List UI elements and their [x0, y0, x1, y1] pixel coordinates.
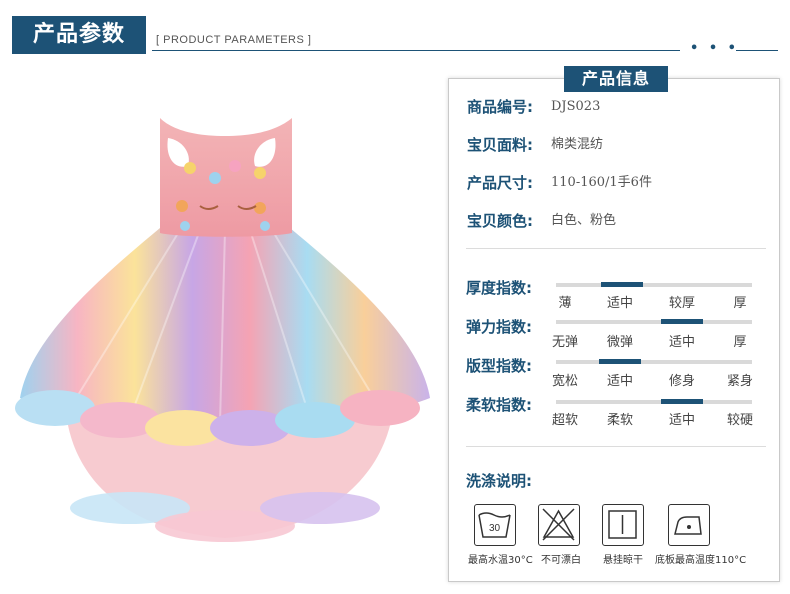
wash-caption: 悬挂晾干	[603, 555, 643, 566]
index-option: 微弹	[606, 335, 633, 350]
index-option: 修身	[668, 374, 695, 389]
header-dots: • • •	[690, 41, 739, 56]
index-option: 超软	[551, 413, 578, 428]
index-marker	[661, 399, 703, 404]
index-label-fit: 版型指数:	[466, 357, 532, 375]
index-track-thickness	[556, 282, 752, 287]
index-marker	[599, 359, 641, 364]
info-label: 宝贝面料:	[467, 136, 533, 154]
info-label: 商品编号:	[467, 98, 533, 116]
page-subtitle: [ PRODUCT PARAMETERS ]	[156, 34, 312, 46]
index-track-softness	[556, 399, 752, 404]
index-option: 适中	[606, 296, 633, 311]
index-option: 厚	[733, 335, 747, 350]
product-image	[15, 118, 430, 542]
wash-temp-text: 30	[489, 523, 501, 534]
index-option: 柔软	[606, 413, 633, 428]
wash-caption: 最高水温30°C	[468, 555, 533, 566]
header-divider	[152, 50, 680, 51]
info-label: 产品尺寸:	[467, 174, 533, 192]
index-option: 较硬	[726, 413, 753, 428]
wash-caption: 底板最高温度110°C	[655, 555, 747, 566]
index-track-fit	[556, 359, 752, 364]
section-divider	[466, 248, 766, 249]
wash-30-icon: 30	[474, 504, 516, 546]
index-marker	[601, 282, 643, 287]
index-option: 宽松	[551, 374, 578, 389]
info-value: 白色、粉色	[551, 213, 617, 228]
index-option: 适中	[668, 413, 695, 428]
bodice	[160, 118, 292, 237]
index-option: 薄	[558, 296, 572, 311]
panel-tab-title: 产品信息	[564, 66, 668, 92]
index-label-elasticity: 弹力指数:	[466, 318, 532, 336]
page-title: 产品参数	[32, 22, 125, 47]
index-option: 较厚	[668, 296, 695, 311]
index-option: 厚	[733, 296, 747, 311]
index-label-softness: 柔软指数:	[466, 396, 532, 414]
header-divider-right	[736, 50, 778, 51]
no-bleach-icon	[538, 504, 580, 546]
iron-icon	[668, 504, 710, 546]
wash-30-glyph: 30	[478, 512, 511, 538]
index-track-elasticity	[556, 319, 752, 324]
index-label-thickness: 厚度指数:	[466, 279, 532, 297]
index-option: 紧身	[726, 374, 753, 389]
info-value: 110-160/1手6件	[551, 175, 652, 190]
hang-dry-icon	[602, 504, 644, 546]
info-label: 宝贝颜色:	[467, 212, 533, 230]
section-divider	[466, 446, 766, 447]
info-value: DJS023	[551, 99, 601, 114]
index-option: 适中	[606, 374, 633, 389]
info-value: 棉类混纺	[551, 137, 604, 152]
header-title-box: 产品参数	[12, 16, 146, 54]
wash-caption: 不可漂白	[541, 555, 581, 566]
index-marker	[661, 319, 703, 324]
index-option: 无弹	[551, 335, 578, 350]
wash-label: 洗涤说明:	[466, 472, 532, 490]
index-option: 适中	[668, 335, 695, 350]
